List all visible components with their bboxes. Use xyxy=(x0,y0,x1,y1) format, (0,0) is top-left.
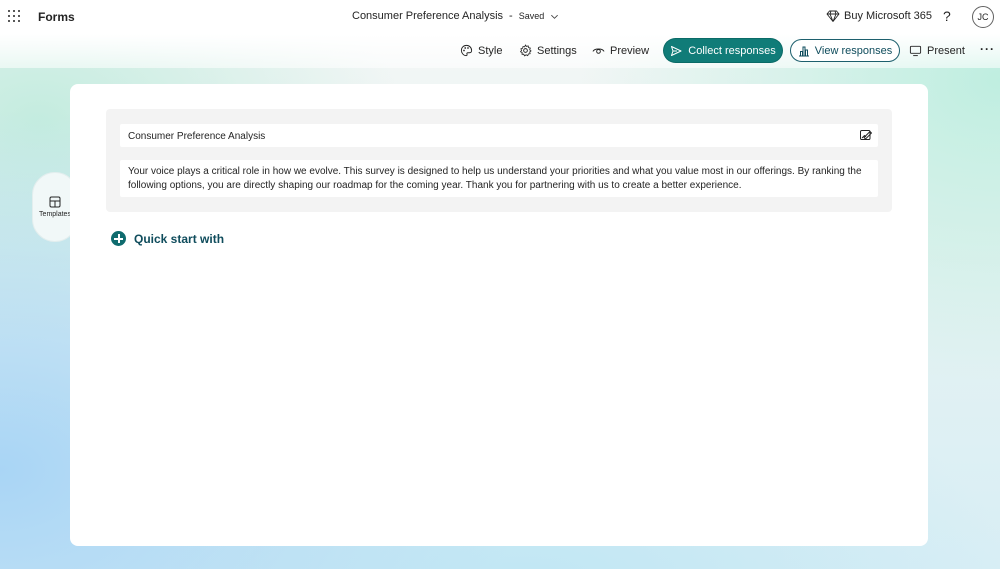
settings-label: Settings xyxy=(537,44,577,57)
view-responses-label: View responses xyxy=(814,44,893,57)
add-circle-icon xyxy=(111,231,126,246)
gear-icon xyxy=(520,44,532,57)
buy-label: Buy Microsoft 365 xyxy=(844,10,933,22)
monitor-icon xyxy=(909,45,922,57)
title-separator: - xyxy=(509,10,513,22)
form-title-field[interactable]: Consumer Preference Analysis xyxy=(120,124,878,147)
save-status: Saved xyxy=(518,11,545,21)
quick-start-label: Quick start with xyxy=(134,231,225,246)
send-icon xyxy=(671,45,682,56)
help-icon[interactable]: ? xyxy=(943,8,951,24)
style-button[interactable]: Style xyxy=(460,44,502,57)
buy-microsoft-365-button[interactable]: Buy Microsoft 365 xyxy=(826,9,932,23)
present-label: Present xyxy=(927,44,965,57)
bar-chart-icon xyxy=(798,46,809,56)
app-launcher-icon[interactable] xyxy=(8,10,20,22)
view-responses-button[interactable]: View responses xyxy=(790,39,900,62)
preview-label: Preview xyxy=(610,44,650,57)
palette-icon xyxy=(460,44,473,57)
app-name[interactable]: Forms xyxy=(38,10,75,24)
templates-icon xyxy=(49,196,61,208)
preview-button[interactable]: Preview xyxy=(592,44,649,57)
insert-image-icon[interactable] xyxy=(859,128,873,142)
avatar[interactable]: JC xyxy=(972,6,994,28)
more-options-icon[interactable]: ··· xyxy=(980,42,995,56)
present-button[interactable]: Present xyxy=(909,44,965,57)
settings-button[interactable]: Settings xyxy=(519,44,577,57)
quick-start-button[interactable]: Quick start with xyxy=(111,231,224,246)
collect-responses-button[interactable]: Collect responses xyxy=(664,39,782,62)
chevron-down-icon[interactable] xyxy=(550,12,559,21)
document-title[interactable]: Consumer Preference Analysis xyxy=(352,10,503,22)
templates-label: Templates xyxy=(39,211,71,218)
collect-responses-label: Collect responses xyxy=(688,44,776,57)
style-label: Style xyxy=(478,44,503,57)
eye-icon xyxy=(592,48,605,54)
form-description-field[interactable]: Your voice plays a critical role in how … xyxy=(120,160,878,197)
document-title-area[interactable]: Consumer Preference Analysis - Saved xyxy=(352,10,559,22)
diamond-icon xyxy=(826,10,840,22)
